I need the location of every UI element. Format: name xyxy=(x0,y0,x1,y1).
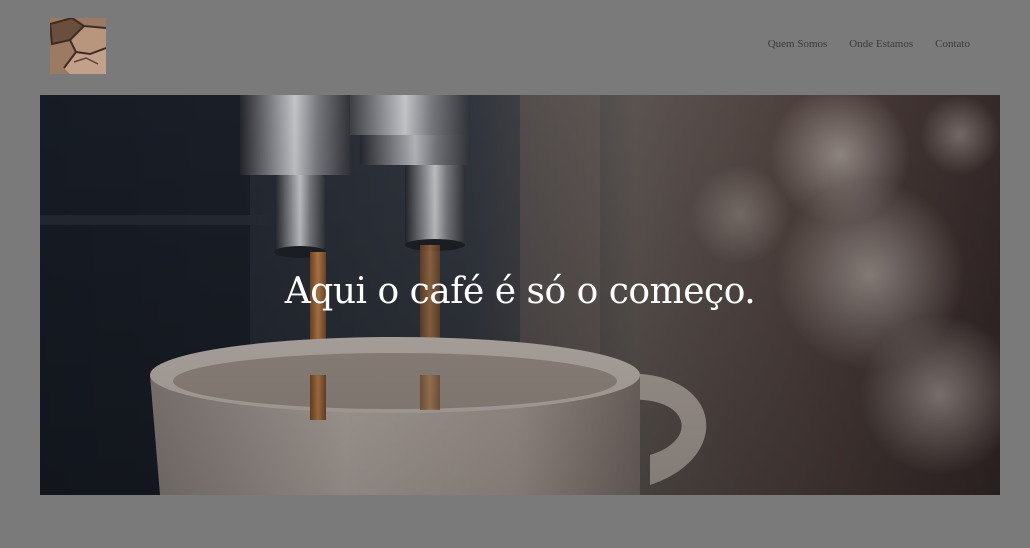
coffee-beans-logo-icon[interactable] xyxy=(50,18,106,74)
main-navigation: Quem Somos Onde Estamos Contato xyxy=(768,38,970,50)
nav-link-contato[interactable]: Contato xyxy=(935,38,970,50)
nav-link-onde-estamos[interactable]: Onde Estamos xyxy=(849,38,913,50)
nav-link-quem-somos[interactable]: Quem Somos xyxy=(768,38,828,50)
hero-title: Aqui o café é só o começo. xyxy=(284,271,756,312)
hero-banner: Aqui o café é só o começo. xyxy=(40,95,1000,495)
